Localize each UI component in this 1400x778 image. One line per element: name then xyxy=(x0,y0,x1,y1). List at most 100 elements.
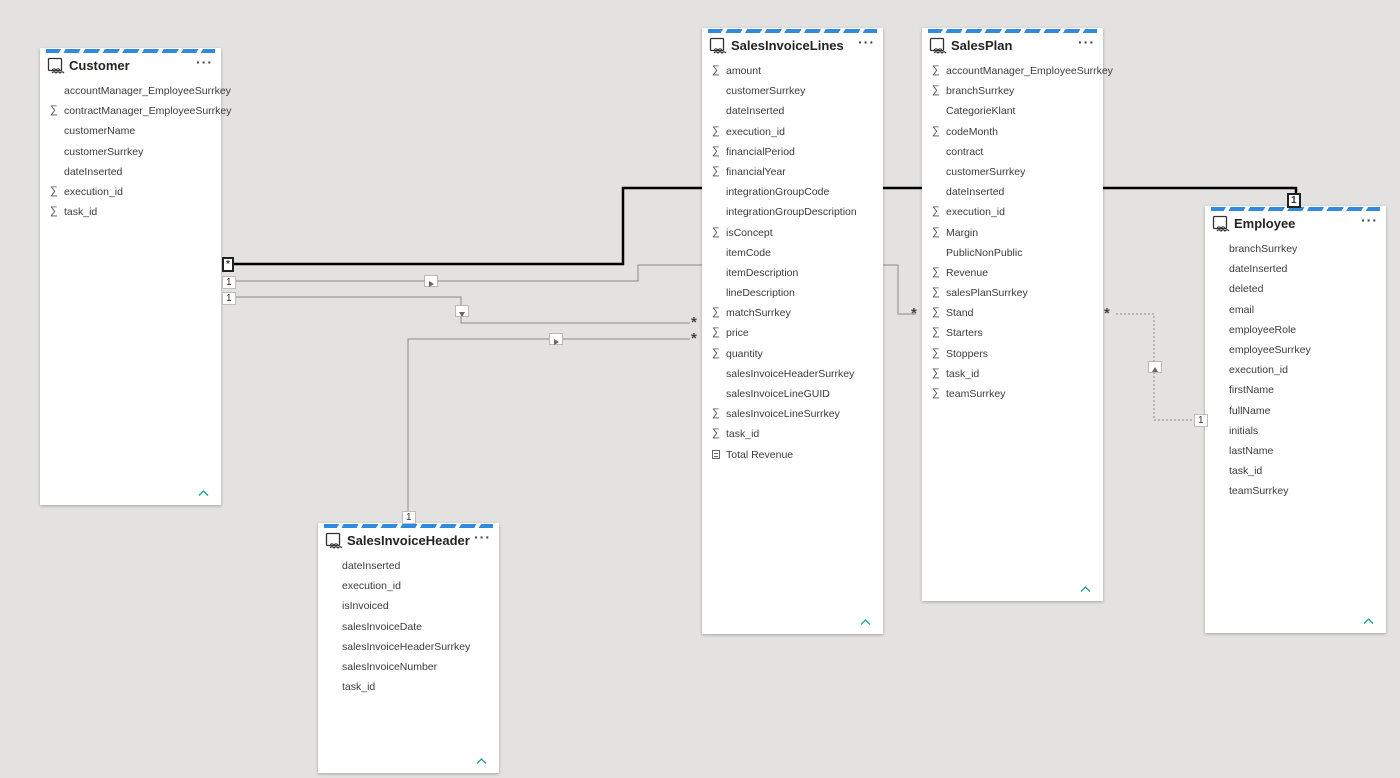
field-row[interactable]: customerName xyxy=(40,122,221,142)
field-row[interactable]: ∑ teamSurrkey xyxy=(922,385,1103,405)
field-row[interactable]: CategorieKlant xyxy=(922,102,1103,122)
table-card-employee[interactable]: Employee ··· branchSurrkey dateInserted dele… xyxy=(1205,206,1386,633)
table-card-header[interactable]: Employee ··· xyxy=(1205,212,1386,236)
field-row[interactable]: execution_id xyxy=(1205,361,1386,381)
field-row[interactable]: lastName xyxy=(1205,442,1386,462)
field-row[interactable]: ∑ financialPeriod xyxy=(702,143,883,163)
field-list: accountManager_EmployeeSurrkey ∑ contractM… xyxy=(40,82,232,223)
field-row[interactable]: task_id xyxy=(1205,462,1386,482)
field-row[interactable]: ∑ salesInvoiceLineSurrkey xyxy=(702,405,883,425)
field-row[interactable]: accountManager_EmployeeSurrkey xyxy=(40,82,231,102)
field-row[interactable]: employeeSurrkey xyxy=(1205,341,1386,361)
field-row[interactable]: salesInvoiceNumber xyxy=(318,658,499,678)
sigma-icon: ∑ xyxy=(932,225,940,238)
field-row[interactable]: ∑ contractManager_EmployeeSurrkey xyxy=(40,102,232,122)
field-row[interactable]: dateInserted xyxy=(318,557,499,577)
model-canvas[interactable]: * 1 1 1 1 1 * * * * Customer ··· accountMa… xyxy=(0,0,1400,778)
field-row[interactable]: Total Revenue xyxy=(702,446,883,466)
field-row[interactable]: ∑ branchSurrkey xyxy=(922,82,1103,102)
sigma-icon: ∑ xyxy=(932,84,940,97)
field-name: dateInserted xyxy=(946,186,1005,199)
field-row[interactable]: dateInserted xyxy=(922,183,1103,203)
field-name: financialPeriod xyxy=(726,145,795,158)
field-row[interactable]: salesInvoiceDate xyxy=(318,618,499,638)
table-card-customer[interactable]: Customer ··· accountManager_EmployeeSurrke… xyxy=(40,48,232,505)
table-card-header[interactable]: SalesPlan ··· xyxy=(922,34,1103,58)
field-row[interactable]: ∑ Stand xyxy=(922,304,1103,324)
field-row[interactable]: isInvoiced xyxy=(318,597,499,617)
field-row[interactable]: dateInserted xyxy=(40,163,221,183)
field-row[interactable]: ∑ accountManager_EmployeeSurrkey xyxy=(922,62,1113,82)
field-row[interactable]: contract xyxy=(922,143,1103,163)
field-name: task_id xyxy=(946,367,980,380)
table-card-header[interactable]: SalesInvoiceLines ··· xyxy=(702,34,883,58)
field-row[interactable]: integrationGroupDescription xyxy=(702,203,883,223)
filter-direction-down-icon[interactable] xyxy=(455,305,469,317)
field-row[interactable]: initials xyxy=(1205,422,1386,442)
filter-direction-right-icon[interactable] xyxy=(424,275,438,287)
field-row[interactable]: ∑ amount xyxy=(702,62,883,82)
field-row[interactable]: teamSurrkey xyxy=(1205,482,1386,502)
field-name: price xyxy=(726,327,749,340)
field-row[interactable]: ∑ isConcept xyxy=(702,224,883,244)
chevron-up-icon[interactable] xyxy=(198,489,209,497)
calculator-icon xyxy=(712,449,720,459)
field-row[interactable]: integrationGroupCode xyxy=(702,183,883,203)
more-options-button[interactable]: ··· xyxy=(196,55,213,69)
field-row[interactable]: branchSurrkey xyxy=(1205,240,1386,260)
field-row[interactable]: email xyxy=(1205,301,1386,321)
sigma-icon: ∑ xyxy=(712,427,720,440)
field-row[interactable]: ∑ Revenue xyxy=(922,264,1103,284)
field-row[interactable]: execution_id xyxy=(318,577,499,597)
field-row[interactable]: lineDescription xyxy=(702,284,883,304)
table-card-header[interactable]: Customer ··· xyxy=(40,54,221,78)
field-row[interactable]: customerSurrkey xyxy=(922,163,1103,183)
field-row[interactable]: ∑ quantity xyxy=(702,345,883,365)
field-row[interactable]: ∑ financialYear xyxy=(702,163,883,183)
table-card-accent-stripe xyxy=(46,49,215,53)
more-options-button[interactable]: ··· xyxy=(474,530,491,544)
field-row[interactable]: ∑ execution_id xyxy=(40,183,221,203)
table-card-salesinvoicelines[interactable]: SalesInvoiceLines ··· ∑ amount customerSurrk… xyxy=(702,28,883,634)
field-row[interactable]: ∑ salesPlanSurrkey xyxy=(922,284,1103,304)
field-row[interactable]: dateInserted xyxy=(1205,260,1386,280)
more-options-button[interactable]: ··· xyxy=(1361,213,1378,227)
chevron-up-icon[interactable] xyxy=(476,757,487,765)
field-row[interactable]: itemDescription xyxy=(702,264,883,284)
field-row[interactable]: ∑ execution_id xyxy=(922,203,1103,223)
field-row[interactable]: deleted xyxy=(1205,280,1386,300)
field-row[interactable]: salesInvoiceLineGUID xyxy=(702,385,883,405)
filter-direction-right-icon[interactable] xyxy=(549,333,563,345)
field-row[interactable]: fullName xyxy=(1205,402,1386,422)
field-row[interactable]: ∑ codeMonth xyxy=(922,123,1103,143)
field-row[interactable]: PublicNonPublic xyxy=(922,244,1103,264)
field-row[interactable]: firstName xyxy=(1205,381,1386,401)
field-row[interactable]: salesInvoiceHeaderSurrkey xyxy=(318,638,499,658)
more-options-button[interactable]: ··· xyxy=(858,35,875,49)
field-row[interactable]: ∑ task_id xyxy=(922,365,1103,385)
table-card-salesplan[interactable]: SalesPlan ··· ∑ accountManager_EmployeeSurr… xyxy=(922,28,1113,601)
filter-direction-up-icon[interactable] xyxy=(1148,361,1162,373)
field-row[interactable]: ∑ execution_id xyxy=(702,123,883,143)
field-row[interactable]: ∑ matchSurrkey xyxy=(702,304,883,324)
table-card-header[interactable]: SalesInvoiceHeader ··· xyxy=(318,529,499,553)
more-options-button[interactable]: ··· xyxy=(1078,35,1095,49)
field-row[interactable]: ∑ task_id xyxy=(40,203,221,223)
field-row[interactable]: employeeRole xyxy=(1205,321,1386,341)
chevron-up-icon[interactable] xyxy=(1363,617,1374,625)
table-card-salesinvoiceheader[interactable]: SalesInvoiceHeader ··· dateInserted executi… xyxy=(318,523,499,773)
chevron-up-icon[interactable] xyxy=(860,618,871,626)
field-row[interactable]: ∑ Margin xyxy=(922,224,1103,244)
field-row[interactable]: salesInvoiceHeaderSurrkey xyxy=(702,365,883,385)
field-row[interactable]: ∑ task_id xyxy=(702,425,883,445)
field-name: salesInvoiceHeaderSurrkey xyxy=(726,367,855,380)
field-row[interactable]: ∑ Stoppers xyxy=(922,345,1103,365)
field-row[interactable]: customerSurrkey xyxy=(40,143,221,163)
field-row[interactable]: ∑ price xyxy=(702,324,883,344)
field-row[interactable]: task_id xyxy=(318,678,499,698)
field-row[interactable]: itemCode xyxy=(702,244,883,264)
field-row[interactable]: ∑ Starters xyxy=(922,324,1103,344)
field-row[interactable]: customerSurrkey xyxy=(702,82,883,102)
chevron-up-icon[interactable] xyxy=(1080,585,1091,593)
field-row[interactable]: dateInserted xyxy=(702,102,883,122)
